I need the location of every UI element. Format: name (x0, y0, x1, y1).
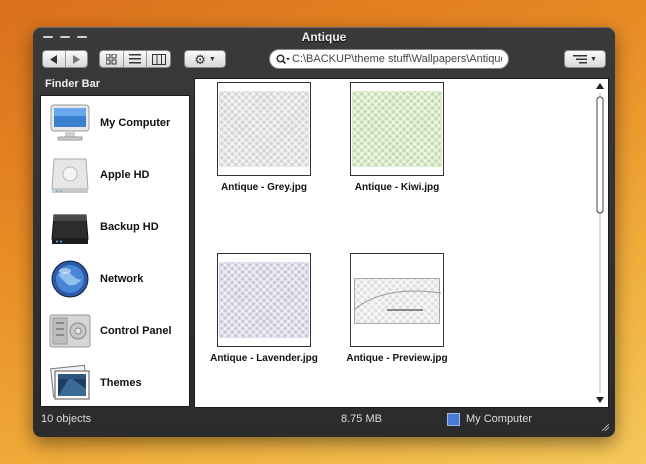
gear-icon: ⚙ (194, 51, 206, 67)
left-arrow-icon (49, 54, 57, 64)
list-view-icon (129, 54, 141, 64)
file-name: Antique - Lavender.jpg (210, 353, 318, 364)
finder-window: Antique ⚙ ▼ ▼ C:\BACKUP\theme stuff\Wall… (33, 27, 615, 437)
status-location: My Computer (466, 413, 533, 425)
resize-grip-icon[interactable] (601, 423, 609, 431)
vertical-scrollbar[interactable] (594, 81, 606, 405)
window-title: Antique (301, 30, 347, 44)
file-thumbnail (217, 82, 311, 176)
file-item[interactable]: Antique - Preview.jpg (332, 253, 462, 364)
drive-dark-icon (46, 205, 94, 249)
file-name: Antique - Kiwi.jpg (354, 182, 440, 193)
icon-view-icon (105, 53, 117, 64)
scroll-down-icon (596, 397, 604, 403)
list-view-button[interactable] (122, 51, 147, 67)
right-arrow-icon (73, 54, 81, 64)
globe-icon (46, 257, 94, 301)
sidebar-header: Finder Bar (45, 78, 101, 90)
computer-icon (447, 413, 460, 426)
search-field[interactable] (269, 49, 509, 69)
status-size: 8.75 MB (341, 413, 382, 425)
sidebar-item-control-panel[interactable]: Control Panel (41, 305, 189, 357)
title-bar[interactable]: Antique (33, 27, 615, 47)
sidebar-item-themes[interactable]: Themes (41, 357, 189, 406)
themes-icon (46, 361, 94, 405)
control-panel-icon (46, 309, 94, 353)
action-menu-button[interactable]: ⚙ ▼ (184, 50, 226, 68)
arrange-button[interactable]: ▼ (564, 50, 606, 68)
file-name: Antique - Grey.jpg (221, 182, 307, 193)
nav-buttons (42, 50, 88, 68)
file-thumbnail (350, 253, 444, 347)
computer-icon (46, 101, 94, 145)
file-item[interactable]: Antique - Lavender.jpg (199, 253, 329, 364)
sidebar: My Computer Apple HD Backup HD Network C… (40, 95, 190, 407)
status-bar: 10 objects 8.75 MB My Computer (33, 410, 615, 430)
sidebar-item-label: My Computer (100, 117, 171, 129)
search-icon (276, 53, 290, 64)
sidebar-item-label: Network (100, 273, 144, 285)
arrange-icon (573, 54, 588, 63)
icon-view-button[interactable] (100, 51, 123, 67)
view-mode-buttons (99, 50, 171, 68)
sidebar-item-network[interactable]: Network (41, 253, 189, 305)
chevron-down-icon: ▼ (590, 55, 597, 63)
sidebar-item-backup-hd[interactable]: Backup HD (41, 201, 189, 253)
drive-icon (46, 153, 94, 197)
file-name: Antique - Preview.jpg (346, 353, 448, 364)
file-item[interactable]: Antique - Kiwi.jpg (332, 82, 462, 193)
file-item[interactable]: Antique - Grey.jpg (199, 82, 329, 193)
column-view-icon (151, 53, 166, 65)
forward-button[interactable] (64, 51, 88, 67)
back-button[interactable] (43, 51, 65, 67)
sidebar-item-label: Themes (100, 377, 142, 389)
sidebar-item-label: Apple HD (100, 169, 150, 181)
file-thumbnail (217, 253, 311, 347)
sidebar-item-my-computer[interactable]: My Computer (41, 97, 189, 149)
file-thumbnail (350, 82, 444, 176)
sidebar-item-apple-hd[interactable]: Apple HD (41, 149, 189, 201)
file-browser: Antique - Grey.jpg Antique - Kiwi.jpg An… (194, 78, 609, 408)
chevron-down-icon: ▼ (208, 55, 216, 63)
sidebar-item-label: Backup HD (100, 221, 159, 233)
scroll-up-icon (596, 83, 604, 89)
column-view-button[interactable] (146, 51, 170, 67)
status-count: 10 objects (41, 413, 92, 425)
search-input[interactable] (292, 53, 502, 65)
sidebar-item-label: Control Panel (100, 325, 172, 337)
